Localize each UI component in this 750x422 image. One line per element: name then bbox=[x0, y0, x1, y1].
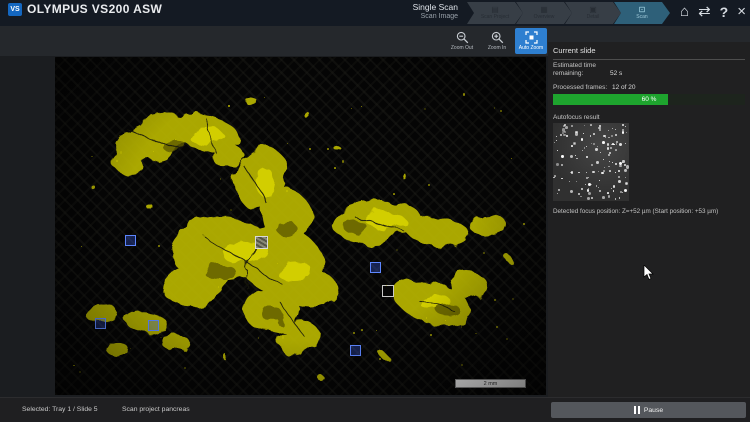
scan-frame-marker[interactable] bbox=[148, 320, 159, 331]
pause-icon bbox=[634, 406, 640, 414]
pause-button[interactable]: Pause bbox=[551, 402, 746, 418]
processed-frames-value: 12 of 20 bbox=[612, 84, 636, 91]
wizard-step-scan-project[interactable]: ▤ Scan Project bbox=[467, 2, 523, 24]
detail-icon: ▣ bbox=[589, 6, 597, 14]
current-slide-panel: Current slide Estimated time remaining: … bbox=[548, 42, 750, 397]
scan-project-status: Scan project pancreas bbox=[122, 406, 190, 413]
autofocus-thumbnail bbox=[553, 123, 629, 201]
pause-label: Pause bbox=[644, 407, 663, 414]
panel-header: Current slide bbox=[553, 46, 745, 60]
wizard-step-label: Detail bbox=[587, 14, 600, 20]
wizard-step-scan[interactable]: ⊡ Scan bbox=[614, 2, 670, 24]
vs-logo-icon: VS bbox=[8, 3, 22, 16]
autofocus-result-label: Autofocus result bbox=[553, 114, 600, 121]
close-icon[interactable]: × bbox=[737, 2, 746, 22]
wizard-steps: ▤ Scan Project ▦ Overview ▣ Detail ⊡ Sca… bbox=[467, 2, 663, 24]
scan-frame-marker[interactable] bbox=[350, 345, 361, 356]
scan-frame-marker-done[interactable] bbox=[382, 285, 394, 297]
window-icons: ⌂ ⇄ ? × bbox=[680, 2, 746, 22]
selection-status: Selected: Tray 1 / Slide 5 bbox=[22, 406, 98, 413]
wizard-step-overview[interactable]: ▦ Overview bbox=[516, 2, 572, 24]
zoom-out-icon bbox=[456, 31, 469, 44]
auto-zoom-label: Auto Zoom bbox=[519, 45, 543, 51]
zoom-in-button[interactable]: Zoom In bbox=[481, 28, 513, 54]
estimated-time-value: 52 s bbox=[610, 70, 622, 77]
zoom-in-label: Zoom In bbox=[488, 45, 506, 51]
auto-zoom-button[interactable]: Auto Zoom bbox=[515, 28, 547, 54]
scan-frame-marker[interactable] bbox=[370, 262, 381, 273]
help-icon[interactable]: ? bbox=[720, 2, 729, 22]
scan-progress-label: 60 % bbox=[553, 94, 745, 105]
slide-image-viewport[interactable]: 2 mm bbox=[55, 57, 546, 395]
processed-frames-label: Processed frames: bbox=[553, 84, 607, 91]
zoom-out-label: Zoom Out bbox=[451, 45, 473, 51]
scan-frame-marker[interactable] bbox=[95, 318, 106, 329]
zoom-out-button[interactable]: Zoom Out bbox=[446, 28, 478, 54]
zoom-in-icon bbox=[491, 31, 504, 44]
title-bar: VS OLYMPUS VS200 ASW Single Scan Scan Im… bbox=[0, 0, 750, 26]
scale-bar-label: 2 mm bbox=[484, 381, 498, 387]
scan-frame-marker-current[interactable] bbox=[255, 236, 268, 249]
wizard-step-label: Scan bbox=[636, 14, 647, 20]
wizard-step-label: Overview bbox=[534, 14, 555, 20]
overview-icon: ▦ bbox=[540, 6, 548, 14]
home-icon[interactable]: ⌂ bbox=[680, 2, 689, 22]
wizard-step-label: Scan Project bbox=[481, 14, 509, 20]
wizard-step-detail[interactable]: ▣ Detail bbox=[565, 2, 621, 24]
scan-progress-bar: 60 % bbox=[553, 94, 745, 105]
app-title: OLYMPUS VS200 ASW bbox=[27, 2, 162, 16]
application-window: VS OLYMPUS VS200 ASW Single Scan Scan Im… bbox=[0, 0, 750, 422]
switch-layout-icon[interactable]: ⇄ bbox=[698, 2, 711, 22]
scan-mode-primary: Single Scan bbox=[413, 2, 458, 12]
scan-project-icon: ▤ bbox=[491, 6, 499, 14]
scan-mode-secondary: Scan Image bbox=[413, 13, 458, 20]
focus-position-text: Detected focus position: Z=+52 µm (Start… bbox=[553, 208, 747, 215]
scan-icon: ⊡ bbox=[639, 6, 646, 14]
fluorescence-tissue-image bbox=[55, 57, 546, 395]
scan-mode-block: Single Scan Scan Image bbox=[413, 2, 458, 20]
scan-frame-marker[interactable] bbox=[125, 235, 136, 246]
status-bar: Selected: Tray 1 / Slide 5 Scan project … bbox=[0, 397, 750, 422]
scale-bar: 2 mm bbox=[455, 379, 526, 388]
estimated-time-label: Estimated time remaining: bbox=[553, 62, 615, 78]
auto-zoom-icon bbox=[525, 31, 538, 44]
